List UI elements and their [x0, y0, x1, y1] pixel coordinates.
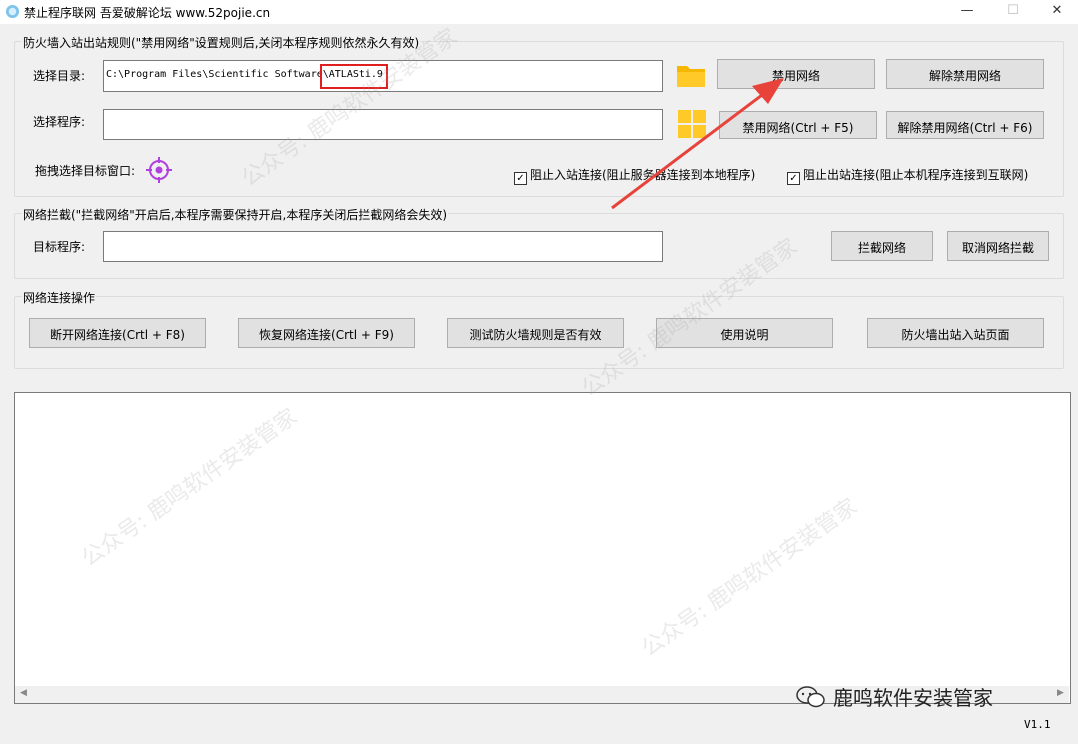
- red-arrow-annotation: [611, 78, 784, 210]
- brand-text: 鹿鸣软件安装管家: [833, 686, 993, 710]
- wechat-icon: [796, 686, 825, 708]
